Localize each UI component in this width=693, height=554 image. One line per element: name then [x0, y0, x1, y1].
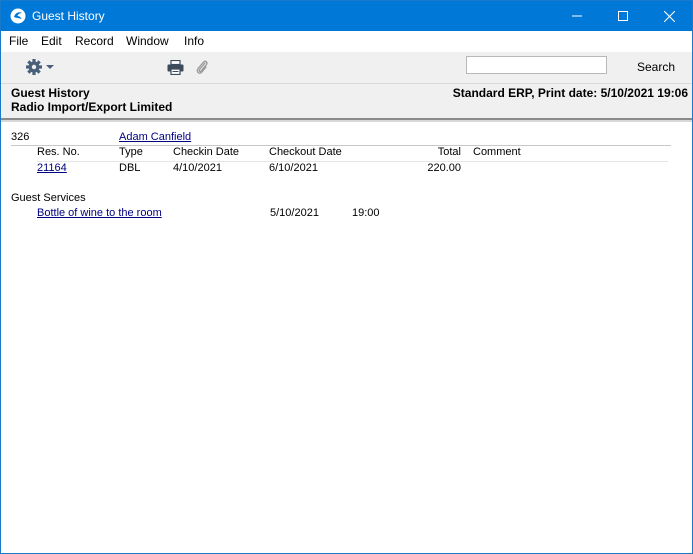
guest-name-link[interactable]: Adam Canfield: [119, 131, 191, 143]
title-bar[interactable]: Guest History: [1, 1, 692, 31]
menu-info[interactable]: Info: [184, 34, 204, 48]
minimize-button[interactable]: [554, 1, 600, 31]
window-title: Guest History: [32, 9, 105, 23]
reservation-checkin: 4/10/2021: [173, 162, 222, 174]
col-res-no: Res. No.: [37, 146, 80, 158]
print-info: Standard ERP, Print date: 5/10/2021 19:0…: [452, 86, 688, 100]
menu-record[interactable]: Record: [75, 34, 114, 48]
menu-file[interactable]: File: [9, 34, 28, 48]
service-time: 19:00: [352, 207, 380, 219]
app-logo-icon: [10, 8, 26, 24]
col-comment: Comment: [473, 146, 521, 158]
service-description-link[interactable]: Bottle of wine to the room: [37, 207, 162, 219]
paperclip-icon: [196, 60, 208, 74]
guest-history-window: Guest History File Edit Record Window In…: [0, 0, 693, 554]
minimize-icon: [572, 15, 582, 17]
guest-number: 326: [11, 131, 30, 143]
search-input[interactable]: [466, 56, 607, 74]
close-icon: [663, 10, 675, 22]
reservation-total: 220.00: [427, 162, 461, 174]
reservation-checkout: 6/10/2021: [269, 162, 318, 174]
attachment-button[interactable]: [195, 59, 209, 79]
operations-menu-button[interactable]: [26, 59, 56, 78]
service-date: 5/10/2021: [270, 207, 319, 219]
report-header: Guest History Radio Import/Export Limite…: [1, 84, 692, 118]
search-button[interactable]: Search: [637, 60, 675, 74]
report-body: 326 Adam Canfield Res. No. Type Checkin …: [1, 122, 692, 553]
gear-icon: [26, 59, 54, 75]
menu-window[interactable]: Window: [126, 34, 169, 48]
menu-bar: File Edit Record Window Info: [1, 31, 692, 52]
print-button[interactable]: [167, 59, 184, 78]
reservation-number-link[interactable]: 21164: [37, 162, 67, 174]
col-checkin-date: Checkin Date: [173, 146, 240, 158]
company-name: Radio Import/Export Limited: [11, 100, 173, 114]
report-title: Guest History: [11, 86, 90, 100]
reservation-type: DBL: [119, 162, 141, 174]
close-button[interactable]: [646, 1, 692, 31]
maximize-button[interactable]: [600, 1, 646, 31]
col-total: Total: [437, 146, 461, 158]
toolbar: Search: [1, 52, 692, 84]
col-checkout-date: Checkout Date: [269, 146, 342, 158]
print-icon: [167, 59, 184, 76]
menu-edit[interactable]: Edit: [41, 34, 62, 48]
maximize-icon: [618, 11, 628, 21]
guest-services-heading: Guest Services: [11, 192, 86, 204]
col-type: Type: [119, 146, 143, 158]
